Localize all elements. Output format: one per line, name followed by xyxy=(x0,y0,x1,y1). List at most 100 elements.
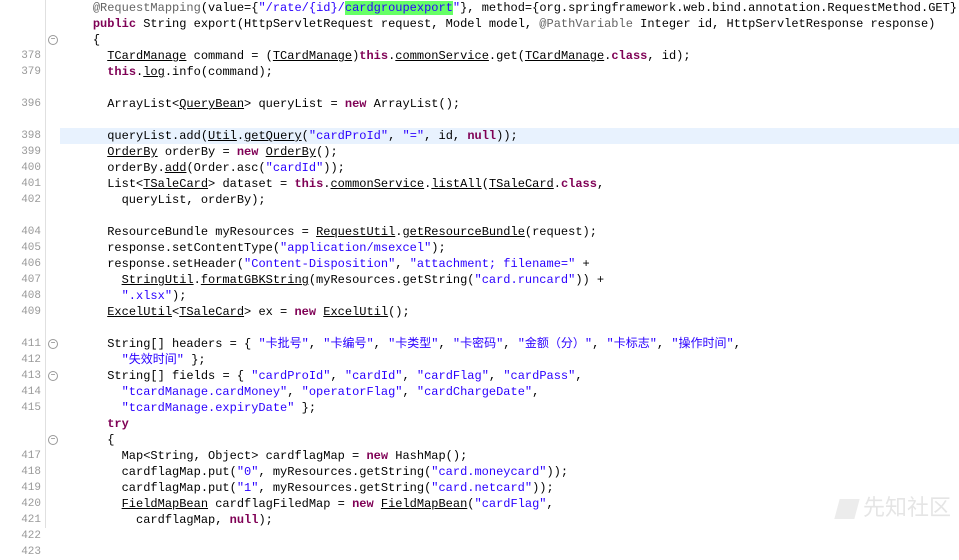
code-token xyxy=(374,497,381,511)
code-token: (value={ xyxy=(201,1,259,15)
line-number: 421 xyxy=(0,512,41,528)
code-token: getResourceBundle xyxy=(402,225,524,239)
code-token: "cardProId" xyxy=(309,129,388,143)
code-editor[interactable]: @RequestMapping(value={"/rate/{id}/cardg… xyxy=(60,0,959,528)
code-line[interactable]: try xyxy=(60,416,959,432)
code-line[interactable]: List<TSaleCard> dataset = this.commonSer… xyxy=(60,176,959,192)
code-line[interactable]: StringUtil.formatGBKString(myResources.g… xyxy=(60,272,959,288)
line-number: 415 xyxy=(0,400,41,416)
code-token: , xyxy=(734,337,741,351)
code-token: , xyxy=(489,369,503,383)
code-token: )); xyxy=(532,481,554,495)
code-token: "卡类型" xyxy=(388,337,438,351)
code-line[interactable]: cardflagMap.put("1", myResources.getStri… xyxy=(60,480,959,496)
code-token: OrderBy xyxy=(266,145,316,159)
code-line[interactable]: orderBy.add(Order.asc("cardId")); xyxy=(60,160,959,176)
code-token: }; xyxy=(184,353,206,367)
code-token: .get( xyxy=(489,49,525,63)
code-line[interactable]: ".xlsx"); xyxy=(60,288,959,304)
line-number xyxy=(0,0,41,16)
code-line[interactable]: OrderBy orderBy = new OrderBy(); xyxy=(60,144,959,160)
code-line[interactable]: queryList.add(Util.getQuery("cardProId",… xyxy=(60,128,959,144)
code-token: , xyxy=(503,337,517,351)
code-token: ( xyxy=(302,129,309,143)
code-token: "操作时间" xyxy=(671,337,733,351)
code-line[interactable]: FieldMapBean cardflagFiledMap = new Fiel… xyxy=(60,496,959,512)
code-line[interactable]: { xyxy=(60,32,959,48)
code-token: "卡标志" xyxy=(607,337,657,351)
code-token: "cardId" xyxy=(266,161,324,175)
code-token: TSaleCard xyxy=(179,305,244,319)
code-line[interactable]: "失效时间" }; xyxy=(60,352,959,368)
code-token: .info(command); xyxy=(165,65,273,79)
code-token: }, method={org.springframework.web.bind.… xyxy=(460,1,928,15)
code-line[interactable]: String[] fields = { "cardProId", "cardId… xyxy=(60,368,959,384)
line-number xyxy=(0,32,41,48)
line-number: 405 xyxy=(0,240,41,256)
code-token: FieldMapBean xyxy=(122,497,208,511)
code-token: > queryList = xyxy=(244,97,345,111)
code-token: )); xyxy=(323,161,345,175)
code-token: )); xyxy=(496,129,518,143)
code-line[interactable]: queryList, orderBy); xyxy=(60,192,959,208)
code-token: ( xyxy=(482,177,489,191)
line-number xyxy=(0,112,41,128)
code-token: TCardManage xyxy=(107,49,186,63)
code-token: "cardPass" xyxy=(503,369,575,383)
code-line[interactable]: "tcardManage.expiryDate" }; xyxy=(60,400,959,416)
code-token: orderBy. xyxy=(107,161,165,175)
code-token: "cardId" xyxy=(345,369,403,383)
code-token: new xyxy=(345,97,367,111)
fold-toggle-icon[interactable]: − xyxy=(48,35,58,45)
code-token: add xyxy=(165,161,187,175)
fold-toggle-icon[interactable]: − xyxy=(48,435,58,445)
code-line[interactable]: public String export(HttpServletRequest … xyxy=(60,16,959,32)
line-number: 409 xyxy=(0,304,41,320)
code-line[interactable] xyxy=(60,112,959,128)
code-line[interactable]: @RequestMapping(value={"/rate/{id}/cardg… xyxy=(60,0,959,16)
code-line[interactable] xyxy=(60,80,959,96)
code-token: HashMap(); xyxy=(388,449,467,463)
code-token: )) + xyxy=(575,273,611,287)
code-token: Map<String, Object> cardflagMap = xyxy=(122,449,367,463)
code-line[interactable]: ArrayList<QueryBean> queryList = new Arr… xyxy=(60,96,959,112)
code-line[interactable]: response.setHeader("Content-Disposition"… xyxy=(60,256,959,272)
code-line[interactable]: { xyxy=(60,432,959,448)
code-line[interactable]: ExcelUtil<TSaleCard> ex = new ExcelUtil(… xyxy=(60,304,959,320)
code-token: cardflagMap, xyxy=(136,513,230,527)
line-number xyxy=(0,416,41,432)
line-number: 422 xyxy=(0,528,41,544)
code-token xyxy=(258,145,265,159)
code-line[interactable]: response.setContentType("application/mse… xyxy=(60,240,959,256)
fold-column: − − − − xyxy=(46,0,60,528)
code-token: (); xyxy=(316,145,338,159)
code-token: . xyxy=(237,129,244,143)
code-token: { xyxy=(107,433,114,447)
code-line[interactable] xyxy=(60,208,959,224)
line-number: 419 xyxy=(0,480,41,496)
code-token: FieldMapBean xyxy=(381,497,467,511)
code-token: public xyxy=(93,17,136,31)
code-token: { xyxy=(93,33,100,47)
code-line[interactable]: ResourceBundle myResources = RequestUtil… xyxy=(60,224,959,240)
line-number: 401 xyxy=(0,176,41,192)
code-token: }) xyxy=(950,1,959,15)
line-number: 402 xyxy=(0,192,41,208)
code-line[interactable]: this.log.info(command); xyxy=(60,64,959,80)
fold-toggle-icon[interactable]: − xyxy=(48,371,58,381)
code-token: this xyxy=(107,65,136,79)
code-token: new xyxy=(294,305,316,319)
code-token: StringUtil xyxy=(122,273,194,287)
code-token: , xyxy=(438,337,452,351)
code-line[interactable] xyxy=(60,320,959,336)
code-line[interactable]: Map<String, Object> cardflagMap = new Ha… xyxy=(60,448,959,464)
code-line[interactable]: cardflagMap.put("0", myResources.getStri… xyxy=(60,464,959,480)
code-line[interactable]: "tcardManage.cardMoney", "operatorFlag",… xyxy=(60,384,959,400)
code-line[interactable]: TCardManage command = (TCardManage)this.… xyxy=(60,48,959,64)
code-line[interactable]: String[] headers = { "卡批号", "卡编号", "卡类型"… xyxy=(60,336,959,352)
code-token: "cardFlag" xyxy=(475,497,547,511)
code-token: cardgroupexport xyxy=(345,1,453,15)
fold-toggle-icon[interactable]: − xyxy=(48,339,58,349)
code-line[interactable]: cardflagMap, null); xyxy=(60,512,959,528)
code-token: , xyxy=(597,177,604,191)
